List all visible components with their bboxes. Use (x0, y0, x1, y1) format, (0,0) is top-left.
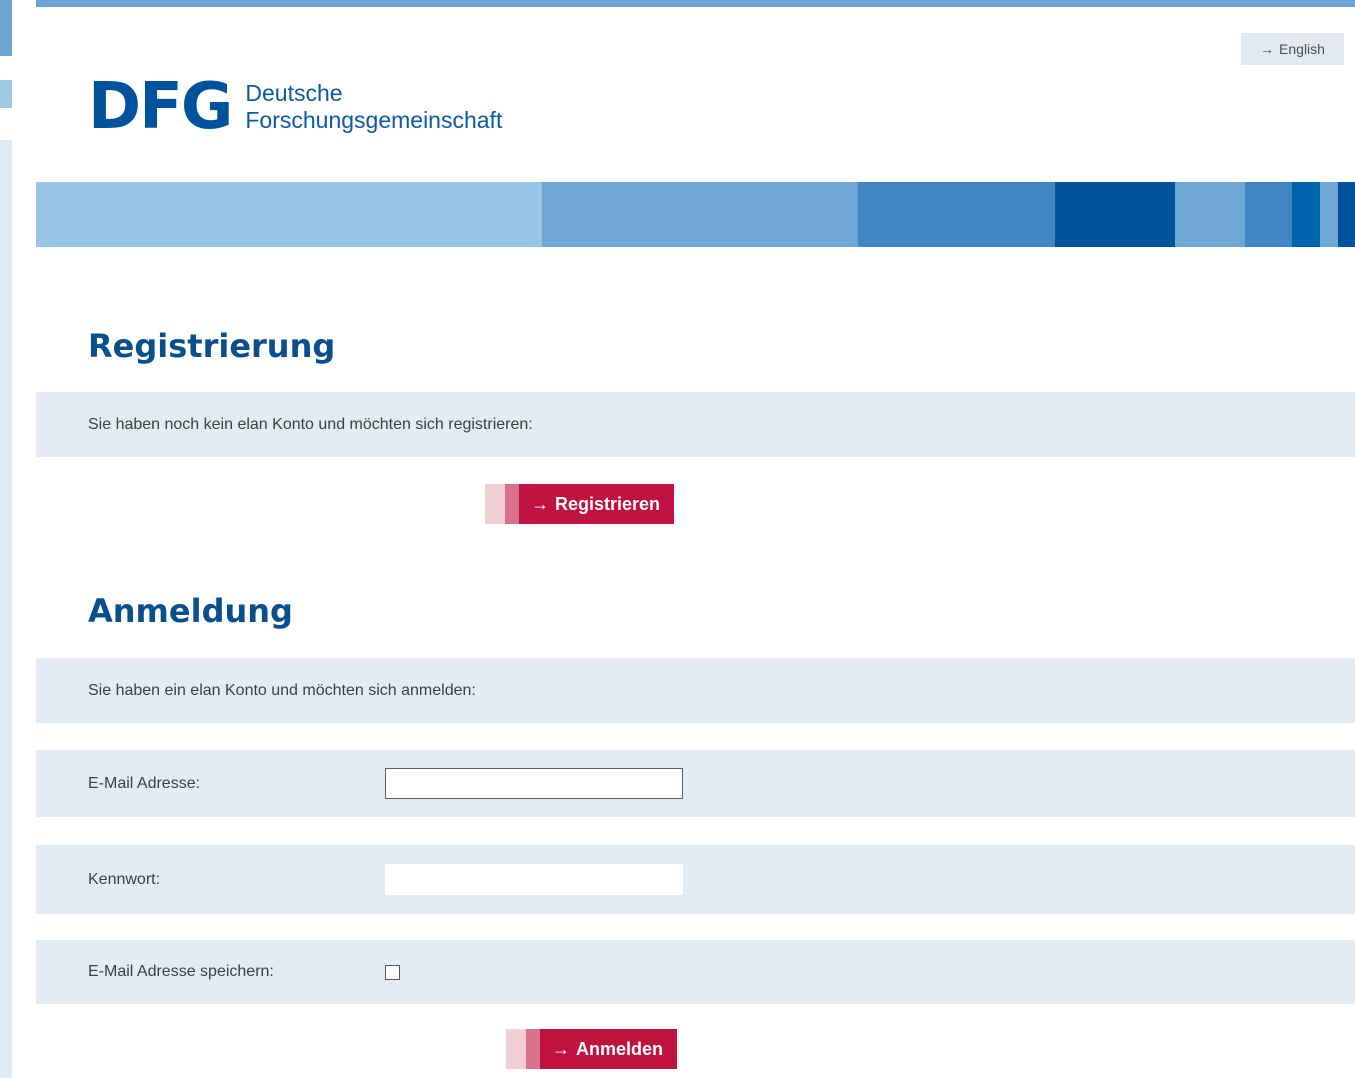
logo-wordmark: Deutsche Forschungsgemeinschaft (245, 80, 502, 134)
password-label: Kennwort: (88, 870, 161, 888)
logo-line-2: Forschungsgemeinschaft (245, 107, 503, 133)
page: → English DFG Deutsche Forschungsgemeins… (36, 7, 1355, 1078)
color-band-segment (1175, 182, 1245, 247)
login-prompt: Sie haben ein elan Konto und möchten sic… (88, 681, 476, 699)
frame-corner-decoration (0, 0, 12, 56)
button-accent-light (506, 1029, 526, 1069)
color-band-segment (1245, 182, 1292, 247)
color-band (36, 182, 1355, 247)
registration-prompt-row: Sie haben noch kein elan Konto und möcht… (36, 392, 1355, 457)
remember-email-checkbox[interactable] (385, 964, 400, 980)
login-button[interactable]: → Anmelden (506, 1029, 678, 1069)
password-field[interactable] (385, 864, 683, 895)
arrow-right-icon: → (531, 493, 549, 514)
frame-strip-decoration (0, 140, 12, 1078)
login-button-face[interactable]: → Anmelden (540, 1029, 678, 1069)
color-band-segment (858, 182, 1055, 247)
color-band-segment (1292, 182, 1320, 247)
left-frame (0, 0, 36, 1078)
language-switch-button[interactable]: → English (1241, 33, 1344, 65)
color-band-segment (1055, 182, 1175, 247)
language-switch-label: English (1279, 41, 1325, 57)
email-row: E-Mail Adresse: (36, 750, 1355, 817)
login-prompt-row: Sie haben ein elan Konto und möchten sic… (36, 658, 1355, 723)
button-accent-light (485, 484, 505, 524)
button-accent-mid (526, 1029, 540, 1069)
button-accent-mid (505, 484, 519, 524)
logo-line-1: Deutsche (245, 80, 343, 106)
login-button-label: Anmelden (576, 1038, 664, 1059)
register-button[interactable]: → Registrieren (485, 484, 675, 524)
remember-label: E-Mail Adresse speichern: (88, 963, 274, 980)
login-title: Anmeldung (88, 592, 293, 630)
frame-bar-decoration (0, 80, 12, 108)
color-band-segment (542, 182, 858, 247)
color-band-segment (1338, 182, 1355, 247)
arrow-right-icon: → (552, 1038, 570, 1059)
email-label: E-Mail Adresse: (88, 774, 201, 792)
window-top-border (0, 0, 1355, 7)
password-row: Kennwort: (36, 845, 1355, 914)
register-button-label: Registrieren (555, 493, 661, 514)
color-band-segment (1320, 182, 1338, 247)
dfg-logo: DFG Deutsche Forschungsgemeinschaft (88, 75, 502, 139)
email-field[interactable] (385, 768, 683, 799)
logo-mark: DFG (88, 70, 233, 144)
color-band-segment (36, 182, 542, 247)
registration-title: Registrierung (88, 327, 336, 365)
remember-row: E-Mail Adresse speichern: (36, 940, 1355, 1004)
register-button-face[interactable]: → Registrieren (519, 484, 675, 524)
arrow-right-icon: → (1260, 41, 1275, 57)
registration-prompt: Sie haben noch kein elan Konto und möcht… (88, 415, 533, 433)
